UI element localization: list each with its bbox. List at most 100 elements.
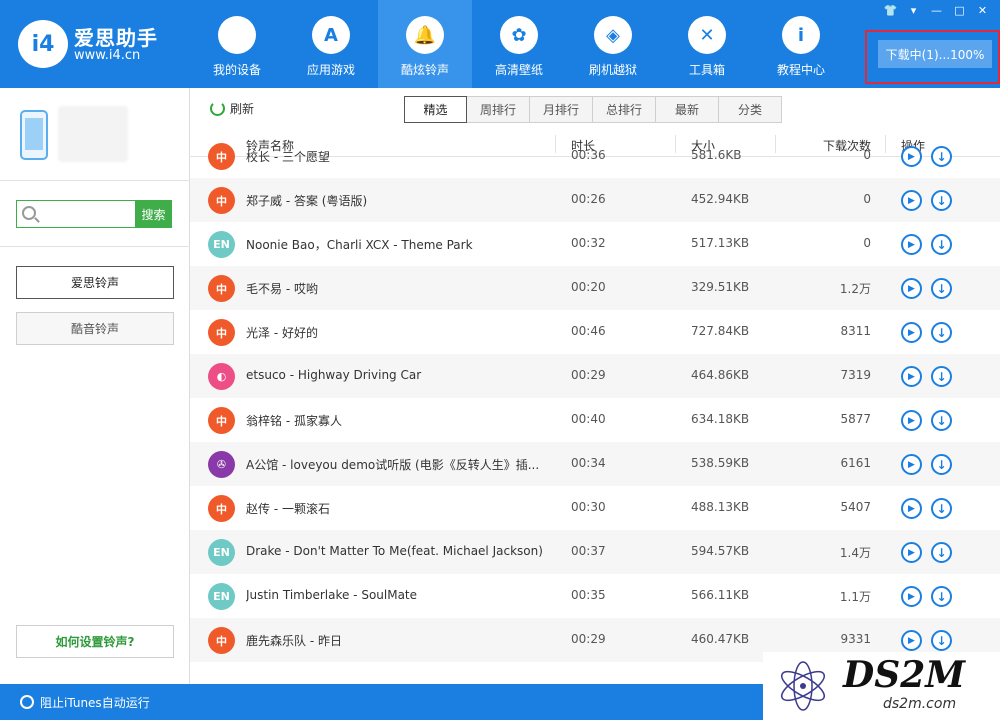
nav-label: 刷机越狱: [588, 63, 637, 77]
language-badge-icon: 中: [208, 319, 235, 346]
ringtone-duration: 00:29: [571, 368, 606, 382]
dropbox-icon: ◈: [594, 16, 632, 54]
refresh-button[interactable]: 刷新: [210, 100, 254, 117]
nav-item-4[interactable]: ◈ 刷机越狱: [566, 0, 660, 88]
maximize-icon[interactable]: □: [950, 2, 969, 18]
tools-icon: ✕: [688, 16, 726, 54]
download-icon[interactable]: ↓: [931, 366, 952, 387]
table-row[interactable]: ✇ A公馆 - loveyou demo试听版 (电影《反转人生》插... 00:3…: [190, 442, 1000, 486]
menu-icon[interactable]: ▾: [904, 2, 923, 18]
help-set-ringtone-button[interactable]: 如何设置铃声?: [16, 625, 174, 658]
download-icon[interactable]: ↓: [931, 630, 952, 651]
search-input[interactable]: [41, 201, 135, 227]
ringtone-name: A公馆 - loveyou demo试听版 (电影《反转人生》插...: [246, 458, 540, 472]
app-store-icon: A: [312, 16, 350, 54]
ringtone-name: 郑子威 - 答案 (粤语版): [246, 194, 368, 208]
nav-label: 酷炫铃声: [400, 63, 449, 77]
nav-item-6[interactable]: i 教程中心: [754, 0, 848, 88]
play-icon[interactable]: ▶: [901, 190, 922, 211]
ringtone-downloads: 5877: [840, 412, 871, 426]
table-row[interactable]: 中赵传 - 一颗滚石 00:30 488.13KB 5407 ▶ ↓: [190, 486, 1000, 530]
nav-label: 我的设备: [212, 63, 261, 77]
tab-0[interactable]: 精选: [404, 96, 467, 123]
play-icon[interactable]: ▶: [901, 278, 922, 299]
play-icon[interactable]: ▶: [901, 586, 922, 607]
table-row[interactable]: 中郑子威 - 答案 (粤语版) 00:26 452.94KB 0 ▶ ↓: [190, 178, 1000, 222]
table-row[interactable]: EN Noonie Bao，Charli XCX - Theme Park 00:3…: [190, 222, 1000, 266]
play-icon[interactable]: ▶: [901, 366, 922, 387]
minimize-icon[interactable]: —: [927, 2, 946, 18]
ringtone-duration: 00:34: [571, 456, 606, 470]
flower-icon: ✿: [500, 16, 538, 54]
play-icon[interactable]: ▶: [901, 322, 922, 343]
tab-2[interactable]: 月排行: [530, 96, 593, 123]
download-icon[interactable]: ↓: [931, 146, 952, 167]
atom-logo-icon: [780, 661, 826, 711]
language-badge-icon: 中: [208, 407, 235, 434]
play-icon[interactable]: ▶: [901, 146, 922, 167]
ringtone-downloads: 0: [863, 192, 871, 206]
aisi-ringtones-button[interactable]: 爱思铃声: [16, 266, 174, 299]
download-progress-button[interactable]: 下载中(1)...100%: [878, 40, 992, 68]
nav-item-2[interactable]: 🔔 酷炫铃声: [378, 0, 472, 88]
language-badge-icon: ✇: [208, 451, 235, 478]
ringtone-size: 634.18KB: [691, 412, 750, 426]
ringtone-duration: 00:36: [571, 148, 606, 162]
play-icon[interactable]: ▶: [901, 234, 922, 255]
tab-5[interactable]: 分类: [719, 96, 782, 123]
close-icon[interactable]: ✕: [973, 2, 992, 18]
tab-3[interactable]: 总排行: [593, 96, 656, 123]
ringtone-duration: 00:20: [571, 280, 606, 294]
ringtone-name: 翁梓铭 - 孤家寡人: [246, 414, 342, 428]
table-row[interactable]: ◐ etsuco - Highway Driving Car 00:29 464.86…: [190, 354, 1000, 398]
table-row[interactable]: 中翁梓铭 - 孤家寡人 00:40 634.18KB 5877 ▶ ↓: [190, 398, 1000, 442]
table-row[interactable]: 中校长 - 三个愿望 00:36 581.6KB 0 ▶ ↓: [190, 134, 1000, 178]
nav-item-1[interactable]: A 应用游戏: [284, 0, 378, 88]
ringtone-downloads: 8311: [840, 324, 871, 338]
nav-item-3[interactable]: ✿ 高清壁纸: [472, 0, 566, 88]
ringtone-duration: 00:40: [571, 412, 606, 426]
ringtone-name: 鹿先森乐队 - 昨日: [246, 634, 342, 648]
download-icon[interactable]: ↓: [931, 410, 952, 431]
download-icon[interactable]: ↓: [931, 454, 952, 475]
play-icon[interactable]: ▶: [901, 410, 922, 431]
logo-mark: i4: [18, 20, 68, 68]
download-icon[interactable]: ↓: [931, 234, 952, 255]
download-icon[interactable]: ↓: [931, 190, 952, 211]
table-row[interactable]: 中光泽 - 好好的 00:46 727.84KB 8311 ▶ ↓: [190, 310, 1000, 354]
ringtone-size: 727.84KB: [691, 324, 750, 338]
itunes-toggle-icon[interactable]: [20, 695, 34, 709]
ringtone-downloads: 1.2万: [839, 282, 871, 296]
play-icon[interactable]: ▶: [901, 630, 922, 651]
skin-icon[interactable]: 👕: [881, 2, 900, 18]
itunes-block-label[interactable]: 阻止iTunes自动运行: [40, 694, 150, 711]
ringtone-downloads: 0: [863, 236, 871, 250]
watermark: DS2M ds2m.com: [763, 652, 1000, 720]
nav-item-0[interactable]: 我的设备: [190, 0, 284, 88]
tab-4[interactable]: 最新: [656, 96, 719, 123]
nav-item-5[interactable]: ✕ 工具箱: [660, 0, 754, 88]
ringtone-duration: 00:32: [571, 236, 606, 250]
ringtone-duration: 00:26: [571, 192, 606, 206]
tab-1[interactable]: 周排行: [467, 96, 530, 123]
play-icon[interactable]: ▶: [901, 542, 922, 563]
table-row[interactable]: EN Drake - Don't Matter To Me(feat. Micha…: [190, 530, 1000, 574]
download-icon[interactable]: ↓: [931, 278, 952, 299]
play-icon[interactable]: ▶: [901, 498, 922, 519]
ringtone-name: Justin Timberlake - SoulMate: [246, 588, 418, 602]
ringtone-duration: 00:30: [571, 500, 606, 514]
download-icon[interactable]: ↓: [931, 586, 952, 607]
ringtone-downloads: 7319: [840, 368, 871, 382]
download-icon[interactable]: ↓: [931, 322, 952, 343]
ringtone-name: 赵传 - 一颗滚石: [246, 502, 330, 516]
kuyin-ringtones-button[interactable]: 酷音铃声: [16, 312, 174, 345]
ringtone-size: 581.6KB: [691, 148, 742, 162]
download-icon[interactable]: ↓: [931, 542, 952, 563]
ringtone-size: 566.11KB: [691, 588, 750, 602]
table-row[interactable]: EN Justin Timberlake - SoulMate 00:35 566.1…: [190, 574, 1000, 618]
download-icon[interactable]: ↓: [931, 498, 952, 519]
search-button[interactable]: 搜索: [135, 200, 172, 228]
table-row[interactable]: 中毛不易 - 哎哟 00:20 329.51KB 1.2万 ▶ ↓: [190, 266, 1000, 310]
play-icon[interactable]: ▶: [901, 454, 922, 475]
top-header: i4 爱思助手 www.i4.cn 我的设备 A 应用游戏 🔔 酷炫铃声 ✿ 高清壁纸 ◈ 刷机…: [0, 0, 1000, 88]
